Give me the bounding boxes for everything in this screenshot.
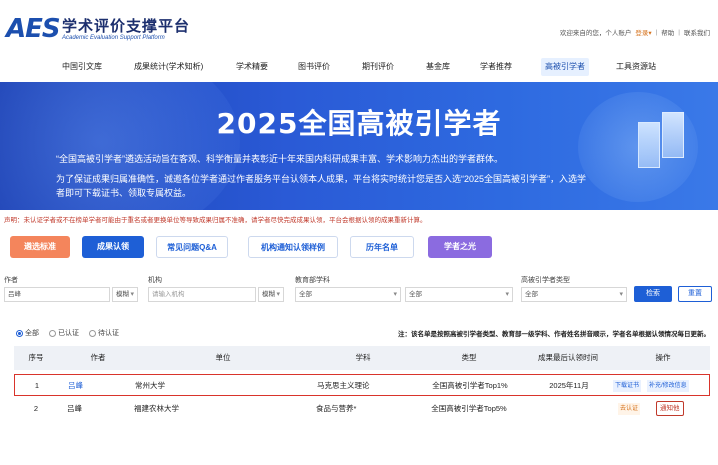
site-title: 学术评价支撑平台	[62, 17, 191, 35]
radio-certified[interactable]: 已认证	[49, 328, 79, 338]
table-row: 2 吕峰 福建农林大学 食品与营养* 全国高被引学者Top5% 去认证 通知他	[14, 398, 710, 420]
col-subject: 学科	[355, 353, 371, 362]
subject-label: 教育部学科	[295, 277, 330, 284]
cell-author: 吕峰	[67, 404, 82, 413]
action-buttons: 遴选标准 成果认领 常见问题Q&A 机构通知认领样例 历年名单 学者之光	[10, 236, 710, 262]
cell-no: 1	[34, 381, 40, 390]
selection-criteria-button[interactable]: 遴选标准	[10, 236, 70, 258]
radio-label: 已认证	[58, 330, 79, 337]
status-radio-group: 全部 已认证 待认证	[16, 328, 119, 338]
help-link[interactable]: 帮助	[661, 27, 674, 37]
cell-subject: 食品与营养*	[316, 404, 357, 413]
org-notice-sample-button[interactable]: 机构通知认领样例	[248, 236, 338, 258]
download-certificate-button[interactable]: 下载证书	[613, 380, 642, 392]
radio-icon	[89, 329, 96, 337]
welcome-text: 欢迎来自的您，个人账户	[559, 30, 632, 37]
divider: |	[655, 28, 658, 36]
scholar-light-button[interactable]: 学者之光	[428, 236, 492, 258]
go-certify-button[interactable]: 去认证	[618, 403, 641, 415]
contact-link[interactable]: 联系我们	[684, 27, 710, 37]
org-input[interactable]: 请输入机构	[148, 287, 256, 302]
author-label: 作者	[4, 277, 18, 284]
cell-type: 全国高被引学者Top1%	[432, 381, 508, 390]
table-row: 1 吕峰 常州大学 马克思主义理论 全国高被引学者Top1% 2025年11月 …	[14, 374, 710, 396]
radio-icon	[49, 329, 56, 337]
nav-item-highly-cited[interactable]: 高被引学者	[541, 58, 589, 76]
edit-info-button[interactable]: 补充/修改信息	[647, 380, 689, 392]
cell-no: 2	[33, 404, 39, 413]
login-link[interactable]: 登录▾	[635, 27, 651, 37]
login-label: 登录	[635, 30, 649, 37]
subject-select-2[interactable]: 全部	[405, 287, 513, 302]
org-match-select[interactable]: 模糊	[258, 287, 284, 302]
notify-button[interactable]: 通知他	[656, 401, 684, 416]
nav-item-book-eval[interactable]: 图书评价	[298, 58, 330, 76]
author-link[interactable]: 吕峰	[68, 375, 83, 397]
cell-claim-time	[520, 398, 616, 420]
nav-item-citation-db[interactable]: 中国引文库	[62, 58, 102, 76]
past-lists-button[interactable]: 历年名单	[350, 236, 414, 258]
radio-label: 待认证	[98, 330, 119, 337]
type-label: 高被引学者类型	[521, 277, 570, 284]
cell-type: 全国高被引学者Top5%	[431, 404, 507, 413]
chevron-down-icon: ▾	[648, 30, 652, 37]
cell-subject: 马克思主义理论	[317, 381, 370, 390]
radio-all[interactable]: 全部	[16, 328, 39, 338]
site-header: AES 学术评价支撑平台 Academic Evaluation Support…	[0, 0, 718, 50]
nav-item-stats[interactable]: 成果统计(学术知析)	[134, 58, 203, 76]
user-bar: 欢迎来自的您，个人账户 登录▾ | 帮助 | 联系我们	[559, 27, 710, 38]
disclaimer-notice: 声明：未认证学者或不在榜单学者可能由于重名或者更换单位等导致成果归属不准确，请学…	[4, 217, 427, 224]
nav-item-journal-eval[interactable]: 期刊评价	[362, 58, 394, 76]
radio-selected-icon	[16, 329, 23, 337]
nav-item-scholar-rec[interactable]: 学者推荐	[480, 58, 512, 76]
search-button[interactable]: 检索	[634, 286, 672, 302]
nav-item-academic-essence[interactable]: 学术精要	[236, 58, 268, 76]
faq-button[interactable]: 常见问题Q&A	[156, 236, 228, 258]
org-label: 机构	[148, 277, 162, 284]
cell-claim-time: 2025年11月	[549, 381, 589, 390]
banner-desc-3: 者即可下载证书、领取专属权益。	[56, 188, 192, 198]
radio-label: 全部	[25, 330, 39, 337]
col-type: 类型	[461, 353, 477, 362]
subject-select-1[interactable]: 全部	[295, 287, 401, 302]
author-match-select[interactable]: 模糊	[112, 287, 138, 302]
banner-title: 2025全国高被引学者	[216, 107, 502, 140]
col-author: 作者	[90, 353, 106, 362]
banner-desc-1: “全国高被引学者”遴选活动旨在客观、科学衡量并表彰近十年来国内科研成果丰富、学术…	[56, 154, 503, 164]
col-org: 单位	[215, 353, 231, 362]
list-note: 注：该名单是按照高被引学者类型、教育部一级学科、作者姓名拼音顺示，学者名单根据认…	[398, 331, 710, 338]
reset-button[interactable]: 重置	[678, 286, 712, 302]
divider: |	[678, 28, 680, 36]
author-input[interactable]: 吕峰	[4, 287, 110, 302]
cell-org: 常州大学	[135, 381, 165, 390]
col-no: 序号	[28, 353, 44, 362]
aes-logo[interactable]: AES	[6, 14, 61, 44]
col-operation: 操作	[655, 353, 671, 362]
nav-item-fund-db[interactable]: 基金库	[426, 58, 450, 76]
claim-results-button[interactable]: 成果认领	[82, 236, 144, 258]
site-subtitle: Academic Evaluation Support Platform	[62, 35, 165, 41]
col-claim-time: 成果最后认领时间	[538, 353, 598, 362]
main-nav: 中国引文库 成果统计(学术知析) 学术精要 图书评价 期刊评价 基金库 学者推荐…	[0, 58, 718, 78]
cell-org: 福建农林大学	[134, 404, 179, 413]
banner-desc-2: 为了保证成果归属准确性，诚邀各位学者通过作者服务平台认领本人成果，平台将实时统计…	[56, 174, 587, 184]
hero-banner: 2025全国高被引学者 “全国高被引学者”遴选活动旨在客观、科学衡量并表彰近十年…	[0, 82, 718, 210]
table-header: 序号 作者 单位 学科 类型 成果最后认领时间 操作	[14, 346, 710, 370]
type-select[interactable]: 全部	[521, 287, 627, 302]
radio-pending[interactable]: 待认证	[89, 328, 119, 338]
nav-item-tools[interactable]: 工具资源站	[616, 58, 656, 76]
server-illustration-icon	[634, 112, 690, 182]
